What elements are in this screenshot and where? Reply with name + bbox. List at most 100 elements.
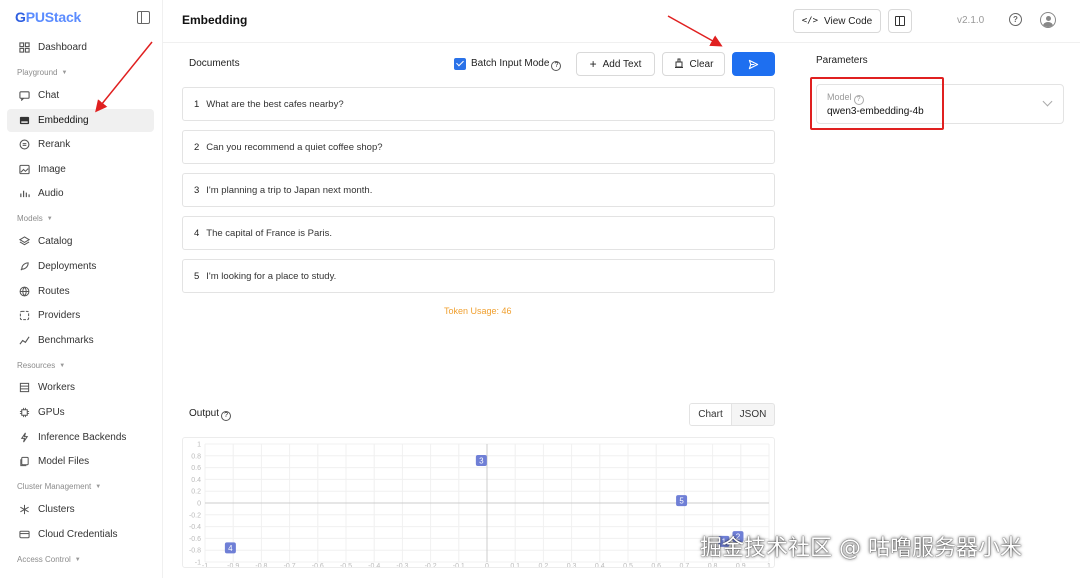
nav-group-playground[interactable]: Playground ▼ (17, 68, 67, 77)
watermark-text: 掘金技术社区 @ 咕噜服务器小米 (700, 536, 1022, 561)
scatter-point-label: 3 (479, 457, 484, 466)
toggle-panel-button[interactable] (888, 9, 912, 33)
clear-button[interactable]: Clear (662, 52, 725, 76)
add-text-button[interactable]: + Add Text (576, 52, 655, 76)
document-text[interactable]: What are the best cafes nearby? (206, 99, 343, 110)
add-text-label: Add Text (602, 58, 642, 70)
version-label: v2.1.0 (957, 15, 985, 26)
y-tick-label: 0.8 (191, 453, 201, 460)
clusters-icon (18, 504, 30, 516)
sidebar: GPUStack Dashboard Playground ▼ Chat Embe… (0, 0, 163, 578)
chat-icon (18, 90, 30, 102)
app-logo[interactable]: GPUStack (15, 9, 81, 25)
user-avatar-icon[interactable] (1040, 12, 1056, 28)
code-icon: </> (801, 16, 819, 26)
help-icon[interactable]: ? (1009, 13, 1022, 26)
y-tick-label: -0.6 (189, 536, 201, 543)
sidebar-item-label: Cloud Credentials (38, 529, 118, 540)
sidebar-item-rerank[interactable]: Rerank (7, 133, 154, 156)
sidebar-item-image[interactable]: Image (7, 158, 154, 181)
caret-down-icon: ▼ (46, 215, 53, 222)
x-tick-label: -1 (202, 563, 208, 568)
header-divider (163, 42, 1080, 43)
sidebar-item-label: Workers (38, 382, 76, 393)
y-tick-label: -0.8 (189, 548, 201, 555)
nav-group-resources[interactable]: Resources ▼ (17, 361, 65, 370)
credentials-icon (18, 529, 30, 541)
benchmarks-icon (18, 335, 30, 347)
y-tick-label: -0.4 (189, 524, 201, 531)
highlight-box (810, 77, 944, 130)
x-tick-label: -0.9 (227, 563, 239, 568)
sidebar-item-clusters[interactable]: Clusters (7, 498, 154, 521)
batch-input-mode-checkbox[interactable] (454, 58, 466, 70)
sidebar-item-cloud-credentials[interactable]: Cloud Credentials (7, 523, 154, 546)
question-icon[interactable]: ? (221, 411, 232, 421)
sidebar-item-workers[interactable]: Workers (7, 376, 154, 399)
sidebar-item-providers[interactable]: Providers (7, 304, 154, 327)
document-row[interactable]: 1 What are the best cafes nearby? (182, 87, 775, 121)
embedding-icon (18, 115, 30, 127)
y-tick-label: 1 (197, 442, 201, 449)
sidebar-item-audio[interactable]: Audio (7, 182, 154, 205)
view-code-label: View Code (824, 15, 873, 27)
x-tick-label: -0.7 (284, 563, 296, 568)
files-icon (18, 456, 30, 468)
document-text[interactable]: I'm looking for a place to study. (206, 271, 336, 282)
document-row[interactable]: 5 I'm looking for a place to study. (182, 259, 775, 293)
x-tick-label: 0.6 (651, 563, 661, 568)
sidebar-item-dashboard[interactable]: Dashboard (7, 36, 154, 59)
nav-group-models[interactable]: Models ▼ (17, 214, 53, 223)
sidebar-item-label: Chat (38, 90, 60, 101)
output-label: Output? (189, 408, 232, 421)
sidebar-collapse-icon[interactable] (137, 11, 150, 24)
y-tick-label: 0.6 (191, 465, 201, 472)
output-label-text: Output (189, 408, 220, 419)
tab-json[interactable]: JSON (732, 404, 774, 425)
y-tick-label: 0.4 (191, 477, 201, 484)
y-tick-label: -1 (195, 560, 201, 567)
x-tick-label: 0 (485, 563, 489, 568)
sidebar-item-label: Benchmarks (38, 335, 94, 346)
view-code-button[interactable]: </> View Code (793, 9, 881, 33)
sidebar-item-deployments[interactable]: Deployments (7, 255, 154, 278)
sidebar-item-chat[interactable]: Chat (7, 84, 154, 107)
sidebar-item-label: Routes (38, 286, 70, 297)
document-row[interactable]: 4 The capital of France is Paris. (182, 216, 775, 250)
document-row[interactable]: 3 I'm planning a trip to Japan next mont… (182, 173, 775, 207)
document-text[interactable]: I'm planning a trip to Japan next month. (206, 185, 372, 196)
nav-group-access-control[interactable]: Access Control ▼ (17, 555, 81, 564)
y-tick-label: -0.2 (189, 512, 201, 519)
sidebar-item-embedding[interactable]: Embedding (7, 109, 154, 132)
x-tick-label: -0.3 (396, 563, 408, 568)
dashboard-icon (18, 42, 30, 54)
document-row[interactable]: 2 Can you recommend a quiet coffee shop? (182, 130, 775, 164)
sidebar-item-model-files[interactable]: Model Files (7, 450, 154, 473)
y-tick-label: 0 (197, 501, 201, 508)
question-icon[interactable]: ? (551, 61, 562, 71)
sidebar-item-catalog[interactable]: Catalog (7, 230, 154, 253)
x-tick-label: 0.7 (680, 563, 690, 568)
x-tick-label: 0.1 (510, 563, 520, 568)
x-tick-label: 0.3 (567, 563, 577, 568)
x-tick-label: 0.9 (736, 563, 746, 568)
nav-group-cluster-management[interactable]: Cluster Management ▼ (17, 482, 101, 491)
sidebar-item-gpus[interactable]: GPUs (7, 401, 154, 424)
sidebar-item-routes[interactable]: Routes (7, 280, 154, 303)
sidebar-item-label: Deployments (38, 261, 97, 272)
document-text[interactable]: The capital of France is Paris. (206, 228, 332, 239)
documents-label: Documents (189, 58, 240, 69)
sidebar-item-inference-backends[interactable]: Inference Backends (7, 426, 154, 449)
embedding-chart: -1 -0.9 -0.8 -0.7 -0.6 -0.5 -0.4 -0.3 -0.2 -0.1 0 0… (182, 437, 775, 568)
nav-group-label: Access Control (17, 555, 71, 564)
sidebar-item-benchmarks[interactable]: Benchmarks (7, 329, 154, 352)
send-icon (748, 59, 759, 69)
send-button[interactable] (732, 52, 775, 76)
x-tick-label: -0.8 (255, 563, 267, 568)
tab-chart[interactable]: Chart (690, 404, 732, 425)
document-number: 5 (194, 270, 200, 282)
sidebar-item-label: Clusters (38, 504, 75, 515)
batch-input-mode-label[interactable]: Batch Input Mode? (471, 58, 562, 71)
layers-icon (18, 236, 30, 248)
document-text[interactable]: Can you recommend a quiet coffee shop? (206, 142, 382, 153)
